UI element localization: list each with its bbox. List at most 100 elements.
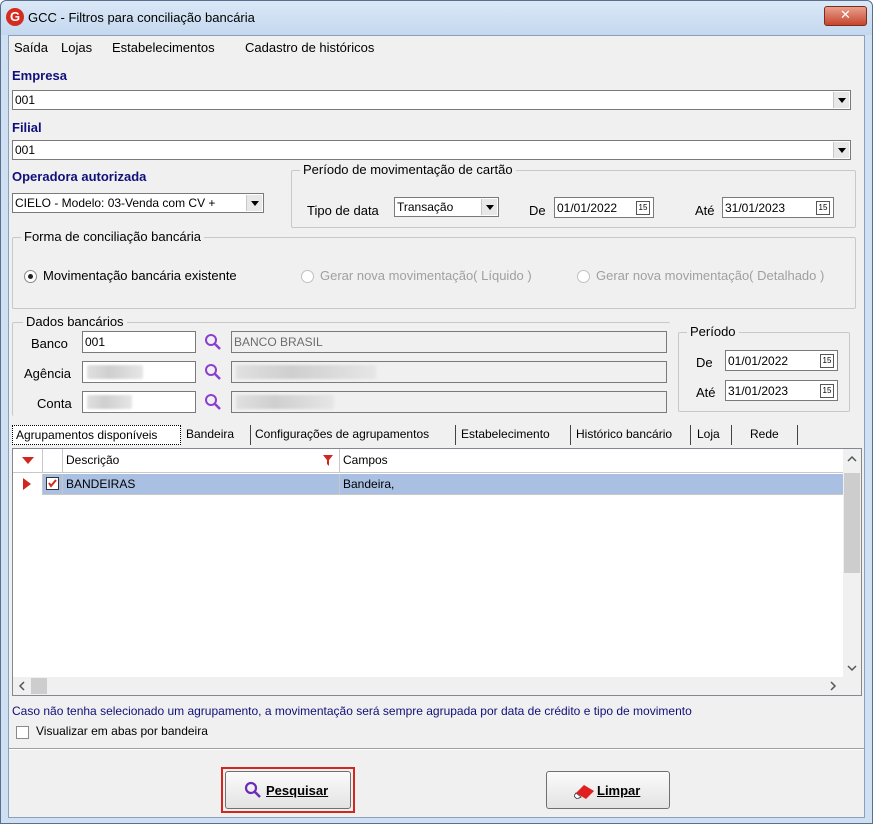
visualizar-abas-checkbox[interactable] [16,726,29,739]
agencia-nome-field [231,361,667,383]
de-label: De [529,203,546,218]
grid-header: Descrição Campos [13,449,843,473]
tipo-data-label: Tipo de data [307,203,379,218]
separator [9,748,864,750]
pesquisar-label: Pesquisar [266,783,329,798]
radio-nova-detalhado[interactable] [577,270,590,283]
search-icon[interactable] [204,333,222,351]
dados-bancarios-title: Dados bancários [23,314,127,329]
periodo-title: Período [687,324,739,339]
operadora-label: Operadora autorizada [12,169,147,184]
calendar-icon[interactable]: 15 [820,384,834,398]
operadora-select[interactable]: CIELO - Modelo: 03-Venda com CV + [12,193,264,213]
agrupamentos-grid: Descrição Campos BANDEIRAS Bandeira, [12,448,862,696]
data-ate-input[interactable]: 31/01/2023 15 [722,197,834,218]
checkmark-icon [48,479,57,488]
gcc-logo-icon: G [6,8,24,26]
chevron-down-icon[interactable] [246,195,262,211]
menu-cadastro-historicos[interactable]: Cadastro de históricos [245,40,374,55]
limpar-label: Limpar [597,783,641,798]
banco-value: 001 [85,335,106,349]
row-checkbox[interactable] [46,477,59,490]
empresa-select[interactable]: 001 [12,90,851,110]
menu-lojas[interactable]: Lojas [61,40,92,55]
client-area: Saída Lojas Estabelecimentos Cadastro de… [8,35,865,818]
banco-nome-field: BANCO BRASIL [231,331,667,353]
banco-nome-value: BANCO BRASIL [234,335,323,349]
agencia-label: Agência [24,366,71,381]
radio-nova-detalhado-label: Gerar nova movimentação( Detalhado ) [596,268,825,283]
col-descricao[interactable]: Descrição [63,449,340,473]
redacted-value [87,395,132,409]
tipo-data-value: Transação [397,200,454,214]
periodo-de-input[interactable]: 01/01/2022 15 [725,350,838,371]
conta-nome-field [231,391,667,413]
eraser-icon [574,785,594,799]
radio-movimentacao-existente[interactable] [24,270,37,283]
horizontal-scrollbar[interactable] [13,677,861,695]
tab-loja[interactable]: Loja [694,425,732,445]
ate-label: Até [695,203,715,218]
scroll-thumb[interactable] [31,678,47,694]
tab-bandeira[interactable]: Bandeira [183,425,251,445]
data-de-input[interactable]: 01/01/2022 15 [554,197,654,218]
table-row[interactable]: BANDEIRAS Bandeira, [13,474,843,495]
radio-nova-liquido[interactable] [301,270,314,283]
tab-agrupamentos-disponiveis[interactable]: Agrupamentos disponíveis [12,425,181,445]
menu-saida[interactable]: Saída [14,40,48,55]
redacted-value [87,365,143,379]
tipo-data-select[interactable]: Transação [394,197,499,217]
scroll-thumb[interactable] [844,473,860,573]
title-bar: G GCC - Filtros para conciliação bancári… [1,1,872,35]
calendar-icon[interactable]: 15 [636,201,650,215]
vertical-scrollbar[interactable] [843,449,861,678]
periodo-group: Período De 01/01/2022 15 Até 31/01/2023 … [678,324,850,412]
agencia-input[interactable] [82,361,196,383]
chevron-down-icon[interactable] [833,142,849,158]
conta-input[interactable] [82,391,196,413]
close-button[interactable]: ✕ [824,6,867,26]
chevron-down-icon[interactable] [481,199,497,215]
info-text: Caso não tenha selecionado um agrupament… [12,704,692,718]
forma-conciliacao-group: Forma de conciliação bancária Movimentaç… [12,229,856,309]
search-icon[interactable] [204,393,222,411]
calendar-icon[interactable]: 15 [820,354,834,368]
data-ate-value: 31/01/2023 [725,201,786,215]
filter-icon[interactable] [323,455,333,466]
window-title: GCC - Filtros para conciliação bancária [28,10,255,25]
check-column-header [43,449,63,473]
sort-down-icon[interactable] [13,449,43,473]
col-campos-label: Campos [343,453,388,467]
col-campos[interactable]: Campos [340,449,843,473]
periodo-ate-input[interactable]: 31/01/2023 15 [725,380,838,401]
tab-rede[interactable]: Rede [734,425,798,445]
search-icon[interactable] [204,363,222,381]
calendar-icon[interactable]: 15 [816,201,830,215]
menu-estabelecimentos[interactable]: Estabelecimentos [112,40,215,55]
row-indicator-icon [13,474,43,495]
row-checkbox-cell[interactable] [43,474,63,495]
periodo-cartao-title: Período de movimentação de cartão [300,162,516,177]
limpar-button[interactable]: Limpar [546,771,670,809]
radio-nova-liquido-label: Gerar nova movimentação( Líquido ) [320,268,532,283]
periodo-de-label: De [696,355,713,370]
menu-bar: Saída Lojas Estabelecimentos Cadastro de… [9,36,864,62]
banco-label: Banco [31,336,68,351]
forma-conciliacao-title: Forma de conciliação bancária [21,229,205,244]
filial-select[interactable]: 001 [12,140,851,160]
banco-input[interactable]: 001 [82,331,196,353]
conta-label: Conta [37,396,72,411]
operadora-value: CIELO - Modelo: 03-Venda com CV + [15,196,216,210]
chevron-up-icon [847,455,857,462]
tab-historico-bancario[interactable]: Histórico bancário [573,425,691,445]
pesquisar-button[interactable]: Pesquisar [225,771,351,809]
filial-value: 001 [15,143,36,157]
chevron-down-icon[interactable] [833,92,849,108]
row-descricao: BANDEIRAS [63,474,340,495]
tab-configuracoes-agrupamentos[interactable]: Configurações de agrupamentos [252,425,456,445]
app-window: G GCC - Filtros para conciliação bancári… [0,0,873,824]
chevron-left-icon [18,681,25,691]
tab-estabelecimento[interactable]: Estabelecimento [458,425,571,445]
filial-label: Filial [12,120,42,135]
col-descricao-label: Descrição [66,453,120,467]
